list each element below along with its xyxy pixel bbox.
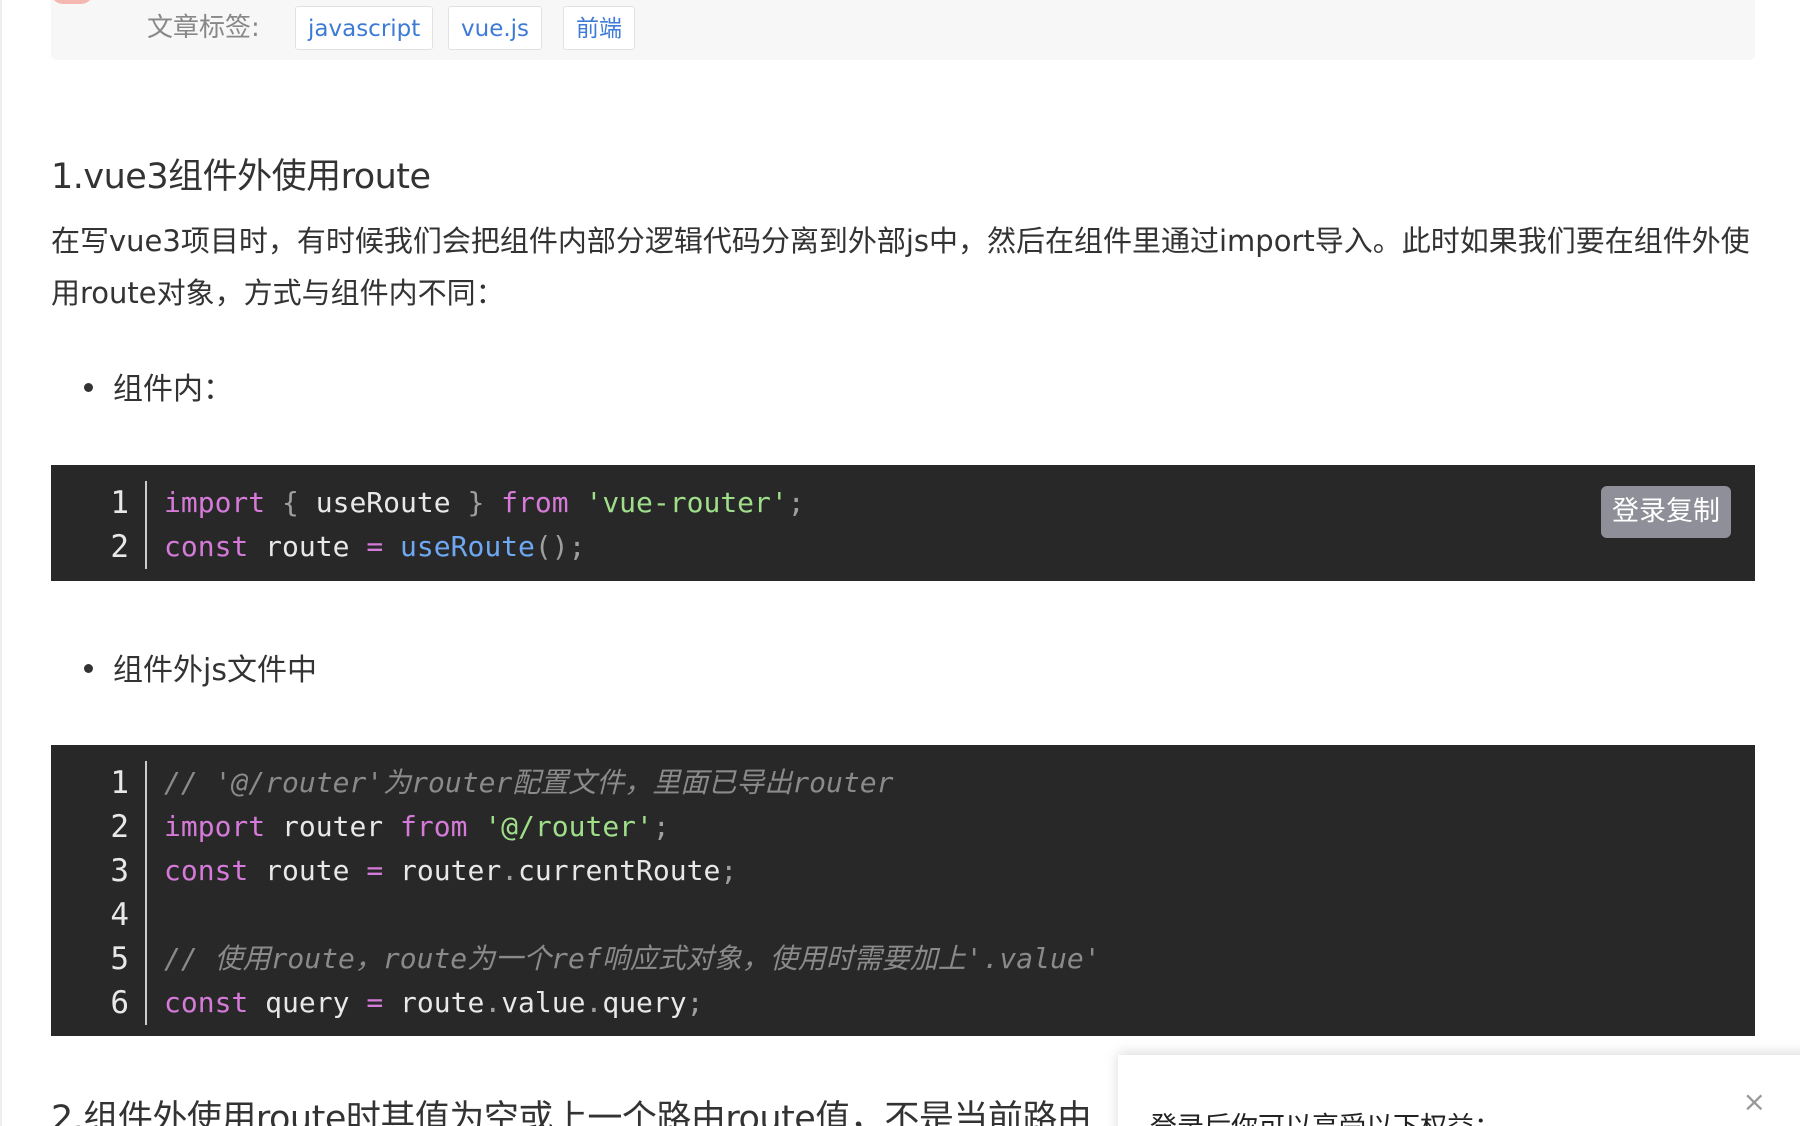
code-block-inside: 1 import { useRoute } from 'vue-router'; 2… — [51, 465, 1755, 581]
code-token: } — [467, 486, 485, 519]
code-token: const — [164, 854, 249, 887]
code-line: 4 — [51, 893, 1755, 937]
line-number: 6 — [110, 985, 129, 1021]
code-token: useRoute — [298, 486, 468, 519]
tag-frontend[interactable]: 前端 — [563, 6, 635, 50]
code-token: import — [164, 810, 266, 843]
code-token: router — [265, 810, 401, 843]
code-text: import router from '@/router'; — [164, 805, 670, 849]
code-text: // 使用route，route为一个ref响应式对象，使用时需要加上'.val… — [164, 937, 1101, 981]
line-number: 3 — [110, 853, 129, 889]
code-text: const route = router.currentRoute; — [164, 849, 737, 893]
code-token: useRoute — [400, 530, 535, 563]
line-number: 4 — [110, 897, 129, 933]
code-token: ; — [652, 810, 670, 843]
code-token: (); — [534, 530, 586, 563]
line-number: 1 — [110, 765, 129, 801]
code-line: 1 // '@/router'为router配置文件，里面已导出router — [51, 761, 1755, 805]
code-text: import { useRoute } from 'vue-router'; — [164, 481, 805, 525]
code-token: route — [383, 986, 485, 1019]
code-token: ; — [787, 486, 805, 519]
login-copy-button[interactable]: 登录复制 — [1601, 486, 1731, 538]
code-token: ; — [720, 854, 738, 887]
bullet-label: 组件内： — [113, 372, 233, 407]
code-token: route — [248, 854, 367, 887]
code-token: import — [164, 486, 266, 519]
code-line: 2 const route = useRoute(); — [51, 525, 1755, 569]
code-token: from — [400, 810, 468, 843]
section-1-title: 1.vue3组件外使用route — [51, 157, 431, 197]
code-token: 'vue-router' — [585, 486, 788, 519]
code-token: = — [366, 530, 384, 563]
code-text: const route = useRoute(); — [164, 525, 585, 569]
intro-paragraph: 在写vue3项目时，有时候我们会把组件内部分逻辑代码分离到外部js中，然后在组件… — [51, 224, 1750, 310]
code-token: value — [501, 986, 586, 1019]
code-line: 6 const query = route.value.query; — [51, 981, 1755, 1025]
tag-vuejs[interactable]: vue.js — [448, 6, 543, 50]
code-token: from — [501, 486, 569, 519]
code-token: currentRoute — [518, 854, 721, 887]
code-token: query — [248, 986, 367, 1019]
code-token: = — [366, 986, 384, 1019]
bullet-dot — [84, 383, 93, 392]
bullet-dot — [84, 664, 93, 673]
code-token: . — [585, 986, 603, 1019]
tags-label: 文章标签: — [147, 13, 260, 43]
login-benefits-panel: 登录后你可以享受以下权益： × — [1118, 1055, 1800, 1126]
login-benefits-text: 登录后你可以享受以下权益： — [1150, 1105, 1501, 1126]
line-number: 2 — [110, 529, 129, 565]
code-token: ; — [686, 986, 704, 1019]
code-block-outside: 1 // '@/router'为router配置文件，里面已导出router 2 im… — [51, 745, 1755, 1036]
code-text: const query = route.value.query; — [164, 981, 704, 1025]
code-line: 3 const route = router.currentRoute; — [51, 849, 1755, 893]
left-divider — [0, 0, 2, 1126]
code-token: . — [501, 854, 519, 887]
code-line: 2 import router from '@/router'; — [51, 805, 1755, 849]
code-token: router — [383, 854, 502, 887]
code-token: { — [282, 486, 299, 519]
tag-javascript[interactable]: javascript — [295, 6, 434, 50]
close-icon[interactable]: × — [1743, 1085, 1766, 1118]
code-line: 5 // 使用route，route为一个ref响应式对象，使用时需要加上'.va… — [51, 937, 1755, 981]
code-line: 1 import { useRoute } from 'vue-router'; — [51, 481, 1755, 525]
code-token: // 使用route，route为一个ref响应式对象，使用时需要加上'.val… — [164, 942, 1101, 975]
article-tags-bar: 文章标签: javascript vue.js 前端 — [51, 0, 1755, 60]
code-token: query — [602, 986, 687, 1019]
code-token: . — [484, 986, 502, 1019]
code-token: '@/router' — [484, 810, 653, 843]
code-token: = — [366, 854, 384, 887]
article-page: 文章标签: javascript vue.js 前端 1.vue3组件外使用ro… — [0, 0, 1800, 1126]
code-token: const — [164, 986, 249, 1019]
bullet-label: 组件外js文件中 — [113, 653, 317, 688]
code-text: // '@/router'为router配置文件，里面已导出router — [164, 761, 893, 805]
bullet-outside-js: 组件外js文件中 — [84, 651, 317, 691]
code-token: // '@/router'为router配置文件，里面已导出router — [164, 766, 894, 799]
line-number: 1 — [110, 485, 129, 521]
line-number: 5 — [110, 941, 129, 977]
code-token: const — [164, 530, 249, 563]
corner-ribbon — [51, 0, 93, 4]
bullet-inside-component: 组件内： — [84, 370, 233, 410]
line-number: 2 — [110, 809, 129, 845]
code-token: route — [248, 530, 367, 563]
section-2-title: 2.组件外使用route时其值为空或上一个路由route值，不是当前路由 — [51, 1099, 1092, 1126]
